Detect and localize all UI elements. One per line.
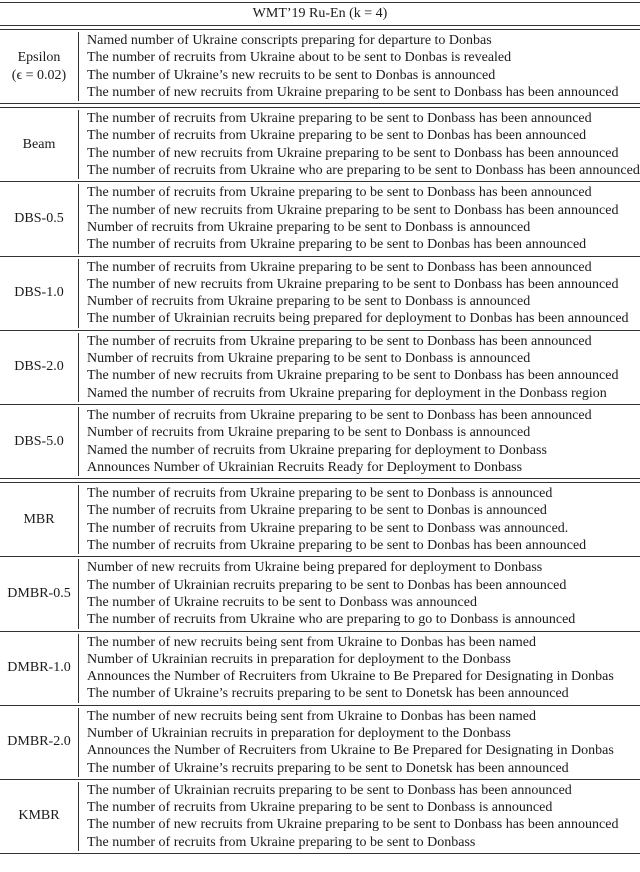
method-label: DMBR-2.0 bbox=[0, 706, 78, 779]
table-title: WMT’19 Ru-En (k = 4) bbox=[252, 6, 388, 21]
output-sentence: Announces the Number of Recruiters from … bbox=[87, 743, 614, 759]
table-row: DMBR-0.5 Number of new recruits from Ukra… bbox=[0, 557, 640, 630]
output-sentence: The number of new recruits from Ukraine … bbox=[87, 368, 619, 384]
output-sentence: The number of Ukrainian recruits prepari… bbox=[87, 782, 572, 798]
method-label: KMBR bbox=[0, 780, 78, 853]
output-list: Named number of Ukraine conscripts prepa… bbox=[79, 30, 618, 103]
table-row: MBR The number of recruits from Ukraine p… bbox=[0, 483, 640, 556]
output-sentence: Number of recruits from Ukraine preparin… bbox=[87, 425, 531, 441]
output-sentence: The number of recruits from Ukraine prep… bbox=[87, 111, 592, 127]
output-sentence: The number of recruits from Ukraine prep… bbox=[87, 237, 587, 253]
table-row: DMBR-1.0 The number of new recruits being… bbox=[0, 632, 640, 705]
method-label: DBS-5.0 bbox=[0, 405, 78, 478]
output-sentence: The number of recruits from Ukraine prep… bbox=[87, 333, 592, 349]
output-sentence: The number of new recruits from Ukraine … bbox=[87, 817, 619, 833]
output-sentence: The number of recruits from Ukraine prep… bbox=[87, 486, 553, 502]
output-list: The number of recruits from Ukraine prep… bbox=[79, 182, 618, 255]
table-row: DBS-5.0 The number of recruits from Ukrai… bbox=[0, 405, 640, 478]
output-sentence: The number of recruits from Ukraine prep… bbox=[87, 128, 587, 144]
method-label: DMBR-1.0 bbox=[0, 632, 78, 705]
output-sentence: The number of recruits from Ukraine prep… bbox=[87, 834, 476, 850]
method-parameter: (ϵ = 0.02) bbox=[11, 67, 67, 83]
output-sentence: Number of Ukrainian recruits in preparat… bbox=[87, 725, 511, 741]
output-list: The number of recruits from Ukraine prep… bbox=[79, 483, 586, 556]
output-sentence: The number of new recruits being sent fr… bbox=[87, 708, 537, 724]
output-sentence: Number of recruits from Ukraine preparin… bbox=[87, 294, 531, 310]
output-sentence: The number of recruits from Ukraine who … bbox=[87, 612, 576, 628]
method-label: DBS-1.0 bbox=[0, 257, 78, 330]
output-list: The number of recruits from Ukraine prep… bbox=[79, 405, 592, 478]
output-sentence: Number of recruits from Ukraine preparin… bbox=[87, 219, 531, 235]
output-list: Number of new recruits from Ukraine bein… bbox=[79, 557, 575, 630]
table-row: KMBR The number of Ukrainian recruits pre… bbox=[0, 780, 640, 853]
output-sentence: The number of Ukraine’s recruits prepari… bbox=[87, 686, 569, 702]
output-list: The number of new recruits being sent fr… bbox=[79, 706, 614, 779]
output-list: The number of recruits from Ukraine prep… bbox=[79, 108, 640, 181]
output-sentence: Named the number of recruits from Ukrain… bbox=[87, 442, 547, 458]
output-sentence: The number of recruits from Ukraine abou… bbox=[87, 50, 512, 66]
output-sentence: Named the number of recruits from Ukrain… bbox=[87, 385, 607, 401]
output-sentence: The number of recruits from Ukraine prep… bbox=[87, 407, 592, 423]
method-label: Epsilon (ϵ = 0.02) bbox=[0, 30, 78, 103]
output-sentence: The number of Ukrainian recruits prepari… bbox=[87, 577, 567, 593]
output-sentence: The number of Ukraine’s new recruits to … bbox=[87, 67, 496, 83]
table-row: Beam The number of recruits from Ukraine … bbox=[0, 108, 640, 181]
table-row: DMBR-2.0 The number of new recruits being… bbox=[0, 706, 640, 779]
output-sentence: Number of new recruits from Ukraine bein… bbox=[87, 560, 543, 576]
method-name: Epsilon bbox=[17, 49, 61, 65]
results-table: WMT’19 Ru-En (k = 4) Epsilon (ϵ = 0.02) Na… bbox=[0, 2, 640, 855]
output-sentence: The number of Ukrainian recruits being p… bbox=[87, 311, 629, 327]
table-body: Epsilon (ϵ = 0.02) Named number of Ukraine… bbox=[0, 30, 640, 855]
output-sentence: The number of new recruits being sent fr… bbox=[87, 634, 537, 650]
table-row: Epsilon (ϵ = 0.02) Named number of Ukraine… bbox=[0, 30, 640, 103]
method-label: MBR bbox=[0, 483, 78, 556]
output-sentence: The number of new recruits from Ukraine … bbox=[87, 276, 619, 292]
output-sentence: The number of recruits from Ukraine prep… bbox=[87, 185, 592, 201]
output-sentence: Announces the Number of Recruiters from … bbox=[87, 669, 614, 685]
method-label: DBS-2.0 bbox=[0, 331, 78, 404]
bottom-rule bbox=[0, 853, 640, 855]
output-sentence: Announces Number of Ukrainian Recruits R… bbox=[87, 459, 523, 475]
method-name: Beam bbox=[22, 136, 56, 152]
method-name: DBS-1.0 bbox=[14, 285, 64, 301]
output-sentence: Named number of Ukraine conscripts prepa… bbox=[87, 33, 492, 48]
method-name: DMBR-2.0 bbox=[7, 734, 71, 750]
output-sentence: The number of new recruits from Ukraine … bbox=[87, 145, 619, 161]
output-list: The number of Ukrainian recruits prepari… bbox=[79, 780, 618, 853]
method-label: DMBR-0.5 bbox=[0, 557, 78, 630]
output-list: The number of recruits from Ukraine prep… bbox=[79, 331, 618, 404]
method-name: MBR bbox=[23, 511, 55, 527]
output-sentence: Number of Ukrainian recruits in preparat… bbox=[87, 651, 511, 667]
method-name: DBS-0.5 bbox=[14, 210, 64, 226]
output-sentence: The number of recruits from Ukraine prep… bbox=[87, 503, 547, 519]
output-sentence: The number of new recruits from Ukraine … bbox=[87, 202, 619, 218]
output-list: The number of new recruits being sent fr… bbox=[79, 632, 614, 705]
output-sentence: The number of recruits from Ukraine who … bbox=[87, 163, 640, 179]
method-name: DBS-5.0 bbox=[14, 433, 64, 449]
table-row: DBS-0.5 The number of recruits from Ukrai… bbox=[0, 182, 640, 255]
method-name: DMBR-1.0 bbox=[7, 660, 71, 676]
method-name: DMBR-0.5 bbox=[7, 585, 71, 601]
output-sentence: The number of new recruits from Ukraine … bbox=[87, 84, 619, 100]
output-list: The number of recruits from Ukraine prep… bbox=[79, 257, 629, 330]
table-row: DBS-2.0 The number of recruits from Ukrai… bbox=[0, 331, 640, 404]
output-sentence: The number of Ukraine recruits to be sen… bbox=[87, 594, 477, 610]
table-row: DBS-1.0 The number of recruits from Ukrai… bbox=[0, 257, 640, 330]
output-sentence: The number of recruits from Ukraine prep… bbox=[87, 259, 592, 275]
method-name: KMBR bbox=[18, 808, 60, 824]
output-sentence: The number of recruits from Ukraine prep… bbox=[87, 538, 587, 554]
method-label: Beam bbox=[0, 108, 78, 181]
method-name: DBS-2.0 bbox=[14, 359, 64, 375]
output-sentence: The number of recruits from Ukraine prep… bbox=[87, 800, 553, 816]
output-sentence: Number of recruits from Ukraine preparin… bbox=[87, 351, 531, 367]
output-sentence: The number of recruits from Ukraine prep… bbox=[87, 520, 569, 536]
method-label: DBS-0.5 bbox=[0, 182, 78, 255]
output-sentence: The number of Ukraine’s recruits prepari… bbox=[87, 760, 569, 776]
